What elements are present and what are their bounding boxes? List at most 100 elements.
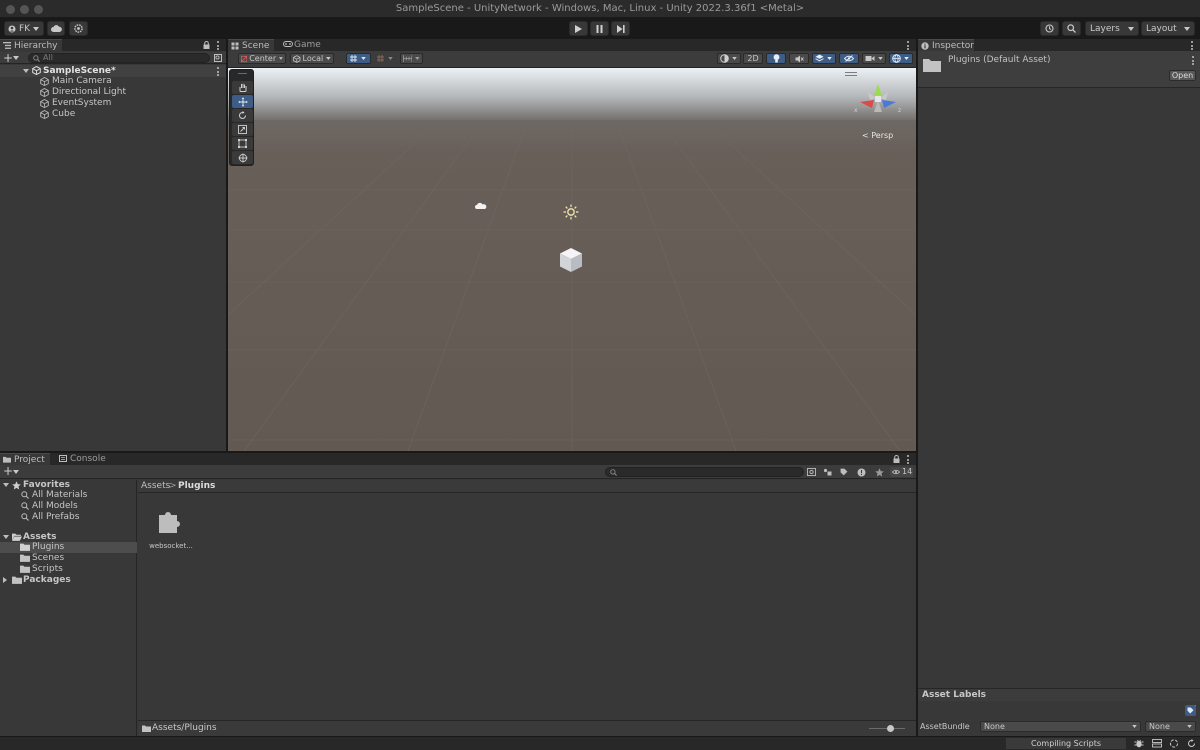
hidden-packages-toggle[interactable]: 14 <box>890 467 913 477</box>
collab-button[interactable] <box>69 21 88 36</box>
tab-hierarchy[interactable]: Hierarchy <box>0 39 62 51</box>
log-filter-icon[interactable] <box>857 468 866 477</box>
cloud-button[interactable] <box>47 21 65 36</box>
scene-visibility-toggle[interactable] <box>839 53 859 64</box>
layout-dropdown[interactable]: Layout <box>1141 21 1195 36</box>
pivot-rotation-dropdown[interactable]: Local <box>290 53 334 64</box>
asset-bundle-variant-dropdown[interactable]: None <box>1145 721 1196 732</box>
expand-triangle-icon[interactable] <box>3 483 9 487</box>
asset-labels-button[interactable] <box>1185 705 1196 716</box>
effects-dropdown[interactable] <box>812 53 836 64</box>
camera-gizmo-icon[interactable] <box>475 202 487 212</box>
rect-tool-button[interactable] <box>232 137 253 150</box>
scene-row[interactable]: SampleScene* <box>0 65 226 77</box>
favorite-all-models[interactable]: All Models <box>21 501 78 512</box>
hierarchy-item-cube[interactable]: Cube <box>40 109 75 120</box>
star-icon[interactable] <box>875 468 884 477</box>
lock-icon[interactable] <box>893 455 900 463</box>
asset-file-item[interactable]: websocket... <box>147 508 195 554</box>
folder-plugins[interactable]: Plugins <box>20 542 64 553</box>
audio-toggle[interactable] <box>789 53 809 64</box>
layers-dropdown[interactable]: Layers <box>1085 21 1139 36</box>
cache-server-icon[interactable] <box>1152 739 1162 748</box>
scene-tab-label: Scene <box>242 41 270 51</box>
folder-scripts[interactable]: Scripts <box>20 564 63 575</box>
account-dropdown[interactable]: FK <box>4 21 44 36</box>
favorite-all-prefabs[interactable]: All Prefabs <box>21 512 79 523</box>
folder-scenes[interactable]: Scenes <box>20 553 64 564</box>
gizmo-drag-handle-icon[interactable] <box>845 72 857 73</box>
transform-tool-button[interactable] <box>232 151 253 164</box>
search-by-label-icon[interactable] <box>823 468 832 476</box>
collapsed-triangle-icon[interactable] <box>3 577 7 583</box>
pause-button[interactable] <box>590 21 609 36</box>
open-button[interactable]: Open <box>1169 70 1196 81</box>
tab-game[interactable]: Game <box>280 39 324 51</box>
rotate-tool-button[interactable] <box>232 109 253 122</box>
filter-icon[interactable] <box>214 54 222 62</box>
breadcrumb-assets[interactable]: Assets <box>141 480 170 492</box>
tab-console[interactable]: Console <box>56 453 106 465</box>
grid-snapping-dropdown[interactable] <box>346 53 371 64</box>
tag-icon[interactable] <box>840 468 848 476</box>
cube-object[interactable] <box>559 247 583 273</box>
hierarchy-menu-icon[interactable] <box>216 41 219 50</box>
lock-icon[interactable] <box>203 41 210 49</box>
move-tool-button[interactable] <box>232 95 253 108</box>
tab-inspector[interactable]: Inspector <box>918 39 974 51</box>
undo-history-button[interactable] <box>1040 21 1059 36</box>
expand-triangle-icon[interactable] <box>23 69 29 73</box>
scene-menu-icon[interactable] <box>216 67 219 76</box>
packages-row[interactable]: Packages <box>3 575 71 586</box>
auto-refresh-icon[interactable] <box>1187 739 1196 748</box>
light-gizmo-icon[interactable] <box>563 204 579 220</box>
expand-triangle-icon[interactable] <box>3 535 9 539</box>
play-button[interactable] <box>569 21 588 36</box>
gamepad-icon <box>283 41 293 47</box>
breadcrumb: Assets > Plugins <box>138 480 916 493</box>
hierarchy-item-eventsystem[interactable]: EventSystem <box>40 98 111 109</box>
lighting-toggle[interactable] <box>766 53 786 64</box>
breadcrumb-plugins[interactable]: Plugins <box>178 480 215 492</box>
asset-labels-title: Asset Labels <box>922 690 987 700</box>
hierarchy-item-directional-light[interactable]: Directional Light <box>40 87 126 98</box>
debug-bug-icon[interactable] <box>1134 739 1144 748</box>
asset-menu-icon[interactable] <box>1191 56 1194 65</box>
asset-bundle-dropdown[interactable]: None <box>980 721 1141 732</box>
project-menu-icon[interactable] <box>906 455 909 464</box>
drag-handle-icon[interactable] <box>238 73 247 74</box>
shading-mode-dropdown[interactable] <box>717 53 741 64</box>
project-tab-label: Project <box>14 455 45 465</box>
search-button[interactable] <box>1062 21 1081 36</box>
hierarchy-search-input[interactable]: All <box>28 53 210 63</box>
plugin-puzzle-icon <box>159 512 180 533</box>
pause-icon <box>596 24 603 33</box>
add-icon[interactable]: + <box>3 52 13 64</box>
history-icon <box>1045 24 1054 33</box>
progress-spinner-icon[interactable] <box>1169 739 1179 748</box>
scene-viewport[interactable]: x z < Persp <box>228 68 916 451</box>
favorite-all-materials[interactable]: All Materials <box>21 490 87 501</box>
tab-scene[interactable]: Scene <box>228 39 274 51</box>
speaker-mute-icon <box>795 55 804 62</box>
gizmo-drag-handle-line <box>845 75 857 76</box>
toggle-2d-button[interactable]: 2D <box>743 53 763 64</box>
inspector-menu-icon[interactable] <box>1190 41 1193 50</box>
step-button[interactable] <box>611 21 630 36</box>
ruler-dropdown[interactable] <box>400 53 423 64</box>
view-tool-button[interactable] <box>232 81 253 94</box>
gizmos-dropdown[interactable] <box>889 53 913 64</box>
camera-settings-dropdown[interactable] <box>862 53 886 64</box>
add-icon[interactable]: + <box>3 465 13 478</box>
projection-toggle[interactable]: < Persp <box>862 131 893 140</box>
project-search-input[interactable] <box>605 467 804 477</box>
scale-tool-button[interactable] <box>232 123 253 136</box>
orientation-gizmo[interactable]: x z <box>850 78 906 120</box>
hierarchy-item-main-camera[interactable]: Main Camera <box>40 76 112 87</box>
snap-increment-dropdown[interactable] <box>373 53 398 64</box>
search-icon <box>21 513 29 521</box>
icon-size-slider-thumb[interactable] <box>887 725 894 732</box>
search-by-type-icon[interactable] <box>807 468 816 476</box>
scene-panel-menu-icon[interactable] <box>906 41 909 50</box>
pivot-mode-dropdown[interactable]: Center <box>238 53 286 64</box>
